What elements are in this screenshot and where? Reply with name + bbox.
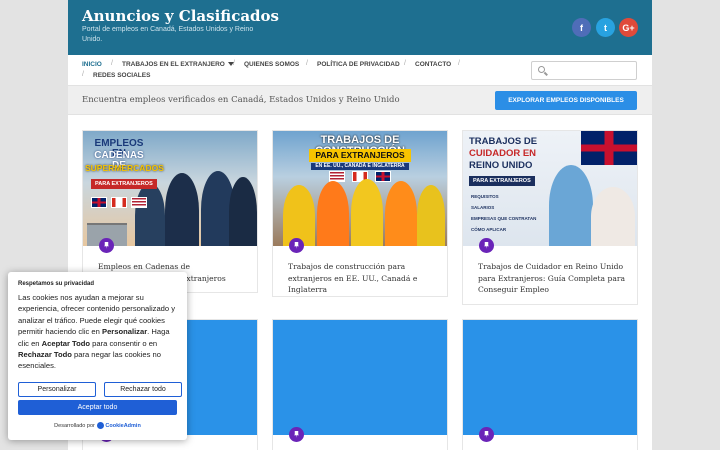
post-card[interactable]: TRABAJOS DE CUIDADOR EN REINO UNIDO PARA… bbox=[462, 130, 638, 305]
pin-icon bbox=[289, 427, 304, 442]
worker-figure bbox=[135, 183, 165, 246]
poster-line: EN EE. UU., CANADÁ E INGLATERRA bbox=[311, 163, 409, 170]
nav-separator: / bbox=[458, 60, 460, 67]
worker-figure bbox=[385, 181, 417, 246]
usa-flag-icon bbox=[131, 197, 147, 208]
nav-item-trabajos-label: TRABAJOS EN EL EXTRANJERO bbox=[122, 61, 225, 68]
post-card[interactable]: EMPLEOS EN CADENAS DE SUPERMERCADOS PARA… bbox=[82, 130, 258, 293]
cookie-text-bold: Aceptar Todo bbox=[41, 338, 91, 348]
post-card[interactable] bbox=[462, 319, 638, 450]
customize-button[interactable]: Personalizar bbox=[18, 382, 96, 397]
googleplus-icon[interactable]: G+ bbox=[619, 18, 638, 37]
pin-icon bbox=[289, 238, 304, 253]
post-thumbnail[interactable]: TRABAJOS DE CONSTRUCCIÓN PARA EXTRANJERO… bbox=[273, 131, 447, 246]
worker-figure bbox=[351, 179, 383, 246]
post-thumbnail[interactable]: TRABAJOS DE CUIDADOR EN REINO UNIDO PARA… bbox=[463, 131, 637, 246]
nav-item-inicio[interactable]: INICIO bbox=[82, 61, 102, 68]
poster-tag: PARA EXTRANJEROS bbox=[91, 179, 157, 189]
worker-figure bbox=[317, 181, 349, 246]
poster-line: PARA EXTRANJEROS bbox=[309, 149, 411, 162]
cookie-text: para consentir o en bbox=[90, 338, 158, 348]
search-icon bbox=[538, 66, 545, 73]
uk-flag-icon bbox=[91, 197, 107, 208]
poster-line: TRABAJOS DE bbox=[469, 136, 538, 147]
poster-line: REINO UNIDO bbox=[469, 160, 533, 171]
nav-separator: / bbox=[233, 60, 235, 67]
pin-icon bbox=[99, 238, 114, 253]
cookie-footer: Desarrollado por CookieAdmin bbox=[8, 422, 187, 429]
post-card[interactable] bbox=[272, 319, 448, 450]
cookie-consent-dialog: Respetamos su privacidad Las cookies nos… bbox=[8, 272, 187, 440]
facebook-icon[interactable]: f bbox=[572, 18, 591, 37]
explore-jobs-button[interactable]: EXPLORAR EMPLEOS DISPONIBLES bbox=[495, 91, 637, 110]
nav-separator: / bbox=[306, 60, 308, 67]
nav-item-redes-sociales[interactable]: REDES SOCIALES bbox=[93, 72, 150, 79]
reject-all-button[interactable]: Rechazar todo bbox=[104, 382, 182, 397]
poster-line: SUPERMERCADOS bbox=[85, 163, 164, 173]
cookieadmin-logo-icon bbox=[97, 422, 105, 429]
poster-list-item: CÓMO APLICAR bbox=[471, 227, 507, 232]
nav-separator: / bbox=[111, 60, 113, 67]
uk-flag-icon bbox=[581, 131, 637, 165]
worker-figure bbox=[229, 177, 257, 246]
post-thumbnail[interactable] bbox=[273, 320, 447, 435]
promo-banner: Encuentra empleos verificados en Canadá,… bbox=[68, 86, 652, 115]
post-thumbnail[interactable] bbox=[463, 320, 637, 435]
nav-item-politica[interactable]: POLÍTICA DE PRIVACIDAD bbox=[317, 61, 400, 68]
caregiver-figure bbox=[549, 165, 593, 246]
powered-by-label: Desarrollado por bbox=[54, 422, 95, 429]
nav-separator: / bbox=[82, 71, 84, 78]
post-thumbnail[interactable]: EMPLEOS EN CADENAS DE SUPERMERCADOS PARA… bbox=[83, 131, 257, 246]
post-card[interactable]: TRABAJOS DE CONSTRUCCIÓN PARA EXTRANJERO… bbox=[272, 130, 448, 297]
cookie-title: Respetamos su privacidad bbox=[18, 281, 95, 287]
cookie-message: Las cookies nos ayudan a mejorar su expe… bbox=[18, 292, 180, 372]
site-tagline: Portal de empleos en Canadá, Estados Uni… bbox=[82, 26, 254, 43]
cookie-text-bold: Rechazar Todo bbox=[18, 350, 72, 360]
accept-all-button[interactable]: Aceptar todo bbox=[18, 400, 177, 415]
nav-separator: / bbox=[404, 60, 406, 67]
poster-tag: PARA EXTRANJEROS bbox=[469, 176, 535, 186]
poster-list-item: REQUISITOS bbox=[471, 194, 499, 199]
site-title[interactable]: Anuncios y Clasificados bbox=[82, 7, 279, 25]
nav-item-contacto[interactable]: CONTACTO bbox=[415, 61, 451, 68]
pin-icon bbox=[479, 427, 494, 442]
banner-text: Encuentra empleos verificados en Canadá,… bbox=[82, 95, 400, 105]
site-header: Anuncios y Clasificados Portal de empleo… bbox=[68, 0, 652, 55]
nav-item-trabajos[interactable]: TRABAJOS EN EL EXTRANJERO bbox=[122, 61, 234, 68]
search-box[interactable] bbox=[531, 61, 637, 80]
canada-flag-icon bbox=[111, 197, 127, 208]
cookieadmin-brand[interactable]: CookieAdmin bbox=[105, 423, 140, 429]
twitter-icon[interactable]: t bbox=[596, 18, 615, 37]
worker-figure bbox=[165, 173, 199, 246]
worker-figure bbox=[417, 185, 445, 246]
post-title[interactable]: Trabajos de Cuidador en Reino Unido para… bbox=[478, 261, 628, 296]
poster-list-item: SALARIOS bbox=[471, 205, 495, 210]
cookie-text-bold: Personalizar bbox=[102, 327, 148, 337]
poster-line: CUIDADOR EN bbox=[469, 148, 537, 159]
post-title[interactable]: Trabajos de construcción para extranjero… bbox=[288, 261, 438, 296]
nav-item-quienes-somos[interactable]: QUIENES SOMOS bbox=[244, 61, 299, 68]
elderly-figure bbox=[591, 187, 635, 246]
search-input[interactable] bbox=[550, 64, 634, 77]
poster-list: REQUISITOS SALARIOS EMPRESAS QUE CONTRAT… bbox=[471, 191, 536, 235]
poster-list-item: EMPRESAS QUE CONTRATAN bbox=[471, 216, 537, 221]
pin-icon bbox=[479, 238, 494, 253]
worker-figure bbox=[283, 185, 315, 246]
uk-flag-icon bbox=[375, 171, 391, 182]
